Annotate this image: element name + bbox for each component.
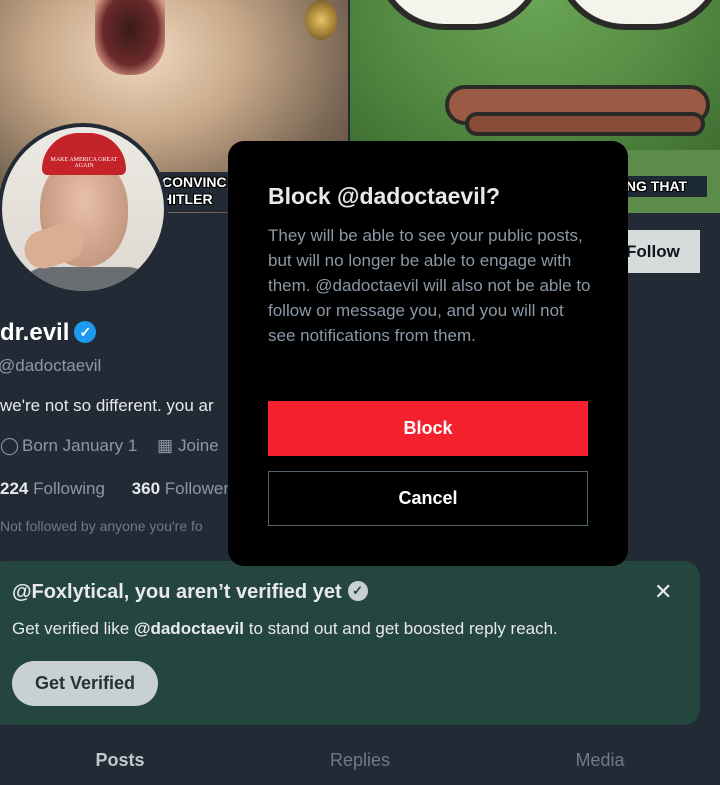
following-count: 224 [0,479,29,498]
avatar-image: MAKE AMERICA GREAT AGAIN [2,127,164,291]
banner-caption-right: ING THAT [616,176,708,197]
following-label: Following [33,479,105,498]
tab-posts[interactable]: Posts [0,735,240,785]
verification-text: Get verified like @dadoctaevil to stand … [12,619,558,639]
banner-frog-lip-lower [465,112,705,136]
verified-check-icon: ✓ [347,581,368,602]
banner-caption-left: CONVINC HITLER [160,172,235,212]
verification-prompt-card: @Foxlytical, you aren’t verified yet ✓ ✕ … [0,561,700,725]
joined-text: Joine [178,436,219,455]
tab-replies[interactable]: Replies [240,735,480,785]
dialog-title: Block @dadoctaevil? [268,183,501,209]
follow-button[interactable]: Follow [616,230,700,273]
close-icon[interactable]: ✕ [654,579,672,605]
banner-ring-shape [305,0,337,40]
display-name: dr.evil [0,319,70,346]
birthday-text: Born January 1 [22,436,138,455]
followers-count: 360 [131,479,161,498]
verification-text-handle: @dadoctaevil [133,619,245,638]
get-verified-button[interactable]: Get Verified [12,661,158,706]
verification-title-row: @Foxlytical, you aren’t verified yet ✓ [12,581,368,604]
dialog-body: They will be able to see your public pos… [268,226,591,345]
banner-mouth-shape [95,0,165,75]
cancel-button[interactable]: Cancel [268,471,588,526]
balloon-icon: ◯ [0,436,20,455]
follow-counts-row: 224 Following 360 Followers [0,479,238,499]
tab-media[interactable]: Media [480,735,720,785]
calendar-icon: ▦ [157,436,174,455]
profile-bio: we're not so different. you ar [0,396,214,415]
verification-text-prefix: Get verified like [12,619,134,638]
block-confirm-dialog: Block @dadoctaevil? They will be able to… [228,141,628,566]
profile-handle: @dadoctaevil [0,356,102,375]
following-link[interactable]: 224 Following [0,479,105,498]
not-followed-note: Not followed by anyone you're fo [0,518,203,534]
profile-meta-row: ◯ Born January 1 ▦ Joine [0,436,219,456]
verification-title: @Foxlytical, you aren’t verified yet [12,581,342,603]
followers-link[interactable]: 360 Followers [132,479,238,498]
avatar-collar [17,267,157,291]
avatar[interactable]: MAKE AMERICA GREAT AGAIN [0,123,168,295]
display-name-row: dr.evil ✓ [0,319,97,347]
verification-text-suffix: to stand out and get boosted reply reach… [244,619,558,638]
profile-tabs: Posts Replies Media [0,735,720,785]
verified-badge-icon[interactable]: ✓ [74,320,97,343]
avatar-hat: MAKE AMERICA GREAT AGAIN [42,133,126,175]
block-button[interactable]: Block [268,401,588,456]
followers-label: Followers [164,479,238,498]
